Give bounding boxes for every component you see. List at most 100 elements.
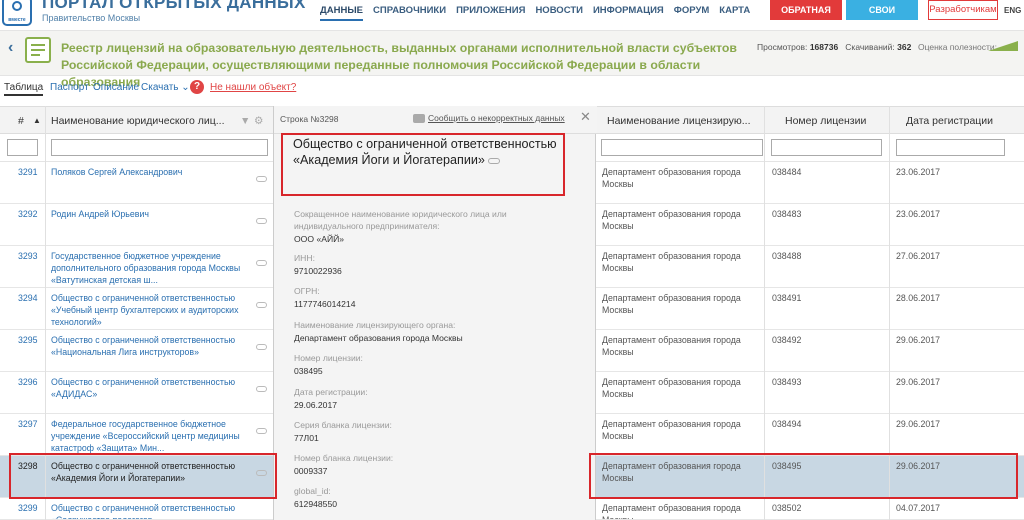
field-label: Номер бланка лицензии:	[294, 453, 394, 463]
sort-asc-icon[interactable]: ▲	[33, 116, 41, 125]
nav-map[interactable]: КАРТА	[719, 5, 750, 21]
tab-passport[interactable]: Паспорт	[50, 82, 89, 93]
field-value: 9710022936	[294, 266, 342, 276]
row-num: 3299	[18, 503, 38, 513]
row-date: 27.06.2017	[896, 251, 941, 261]
link-icon[interactable]	[256, 176, 267, 182]
row-num: 3291	[18, 167, 38, 177]
field-value: 77Л01	[294, 433, 319, 443]
row-date: 29.06.2017	[896, 461, 941, 471]
tab-table[interactable]: Таблица	[4, 82, 44, 96]
gear-icon[interactable]: ⚙	[254, 115, 263, 127]
row-license: 038492	[772, 335, 802, 345]
nav-news[interactable]: НОВОСТИ	[535, 5, 583, 21]
column-divider	[45, 106, 46, 520]
row-org: Департамент образования города Москвы	[602, 209, 741, 231]
dataset-stats: Просмотров: 168736 Скачиваний: 362	[757, 42, 911, 52]
row-num: 3295	[18, 335, 38, 345]
filter-date-input[interactable]	[896, 139, 1005, 156]
tab-description[interactable]: Описание	[93, 82, 139, 93]
row-name-link[interactable]: Поляков Сергей Александрович	[51, 166, 249, 178]
filter-org-input[interactable]	[601, 139, 763, 156]
row-license: 038484	[772, 167, 802, 177]
nav-info[interactable]: ИНФОРМАЦИЯ	[593, 5, 664, 21]
filter-name-input[interactable]	[51, 139, 268, 156]
row-org: Департамент образования города Москвы	[602, 377, 741, 399]
dataset-header: ‹ Реестр лицензий на образовательную дея…	[0, 30, 1024, 89]
field-value: 612948550	[294, 499, 338, 509]
row-org: Департамент образования города Москвы	[602, 335, 741, 357]
row-date: 04.07.2017	[896, 503, 941, 513]
back-arrow-icon[interactable]: ‹	[8, 39, 13, 57]
close-icon[interactable]: ✕	[580, 109, 591, 125]
row-detail-panel: Строка №3298 Сообщить о некорректных дан…	[273, 106, 597, 520]
col-license-header[interactable]: Номер лицензии	[785, 115, 866, 127]
row-num: 3297	[18, 419, 38, 429]
nav-apps[interactable]: ПРИЛОЖЕНИЯ	[456, 5, 525, 21]
col-name-header[interactable]: Наименование юридического лиц...	[51, 115, 225, 127]
tab-download[interactable]: Скачать ⌄	[141, 82, 190, 93]
link-icon[interactable]	[256, 218, 267, 224]
language-switch[interactable]: ENG	[1004, 6, 1021, 15]
row-num: 3292	[18, 209, 38, 219]
field-label: Наименование лицензирующего органа:	[294, 320, 456, 330]
downloads-count: 362	[897, 42, 912, 52]
downloads-label: Скачиваний:	[845, 42, 895, 52]
report-error-link[interactable]: Сообщить о некорректных данных	[428, 113, 565, 123]
row-org: Департамент образования города Москвы	[602, 461, 741, 483]
row-name-link[interactable]: Общество с ограниченной ответственностью…	[51, 460, 249, 484]
nav-data[interactable]: ДАННЫЕ	[320, 5, 363, 21]
views-label: Просмотров:	[757, 42, 808, 52]
filter-icon[interactable]: ▼	[240, 115, 250, 127]
nav-forum[interactable]: ФОРУМ	[674, 5, 710, 21]
link-icon[interactable]	[487, 157, 500, 164]
comment-icon[interactable]	[413, 114, 425, 123]
row-name-link[interactable]: Федеральное государственное бюджетное уч…	[51, 418, 249, 454]
link-icon[interactable]	[256, 428, 267, 434]
link-icon[interactable]	[256, 470, 267, 476]
col-num-header[interactable]: #	[18, 115, 24, 127]
main-nav: ДАННЫЕ СПРАВОЧНИКИ ПРИЛОЖЕНИЯ НОВОСТИ ИН…	[320, 5, 750, 21]
link-icon[interactable]	[256, 386, 267, 392]
column-divider	[764, 106, 765, 520]
field-label: global_id:	[294, 486, 331, 496]
view-tabs: Таблица Паспорт Описание Скачать ⌄ ? Не …	[0, 79, 1024, 101]
help-icon[interactable]: ?	[190, 80, 204, 94]
link-icon[interactable]	[256, 344, 267, 350]
row-date: 28.06.2017	[896, 293, 941, 303]
column-divider	[889, 106, 890, 520]
logo-text: вместе	[8, 17, 26, 23]
filter-license-input[interactable]	[771, 139, 882, 156]
row-name-link[interactable]: Государственное бюджетное учреждение доп…	[51, 250, 249, 286]
row-name-link[interactable]: Родин Андрей Юрьевич	[51, 208, 249, 220]
col-org-header[interactable]: Наименование лицензирую...	[607, 115, 751, 127]
row-date: 23.06.2017	[896, 167, 941, 177]
col-date-header[interactable]: Дата регистрации	[906, 115, 993, 127]
panel-row-label: Строка №3298	[280, 114, 339, 124]
portal-logo[interactable]: вместе	[2, 0, 32, 26]
portal-title[interactable]: ПОРТАЛ ОТКРЫТЫХ ДАННЫХ	[42, 0, 306, 13]
field-value: 038495	[294, 366, 323, 376]
row-org: Департамент образования города Москвы	[602, 293, 741, 315]
row-license: 038494	[772, 419, 802, 429]
products-button[interactable]: СВОИ ПРОДУКТЫ!	[846, 0, 918, 35]
rating-bar[interactable]	[988, 41, 1024, 51]
filter-num-input[interactable]	[7, 139, 38, 156]
row-name-link[interactable]: Общество с ограниченной ответственностью…	[51, 376, 249, 400]
field-label: Номер лицензии:	[294, 353, 363, 363]
row-license: 038488	[772, 251, 802, 261]
row-license: 038493	[772, 377, 802, 387]
row-date: 23.06.2017	[896, 209, 941, 219]
feedback-button[interactable]: ОБРАТНАЯ СВЯЗЬ	[770, 0, 842, 35]
field-label: ИНН:	[294, 253, 315, 263]
row-name-link[interactable]: Общество с ограниченной ответственностью…	[51, 292, 249, 328]
row-name-link[interactable]: Общество с ограниченной ответственностью…	[51, 502, 249, 519]
field-value: 1177746014214	[294, 299, 356, 309]
developers-button[interactable]: Разработчикам	[928, 0, 998, 20]
field-label: ОГРН:	[294, 286, 320, 296]
nav-directories[interactable]: СПРАВОЧНИКИ	[373, 5, 446, 21]
link-icon[interactable]	[256, 260, 267, 266]
row-name-link[interactable]: Общество с ограниченной ответственностью…	[51, 334, 249, 358]
not-found-link[interactable]: Не нашли объект?	[210, 82, 296, 93]
link-icon[interactable]	[256, 302, 267, 308]
